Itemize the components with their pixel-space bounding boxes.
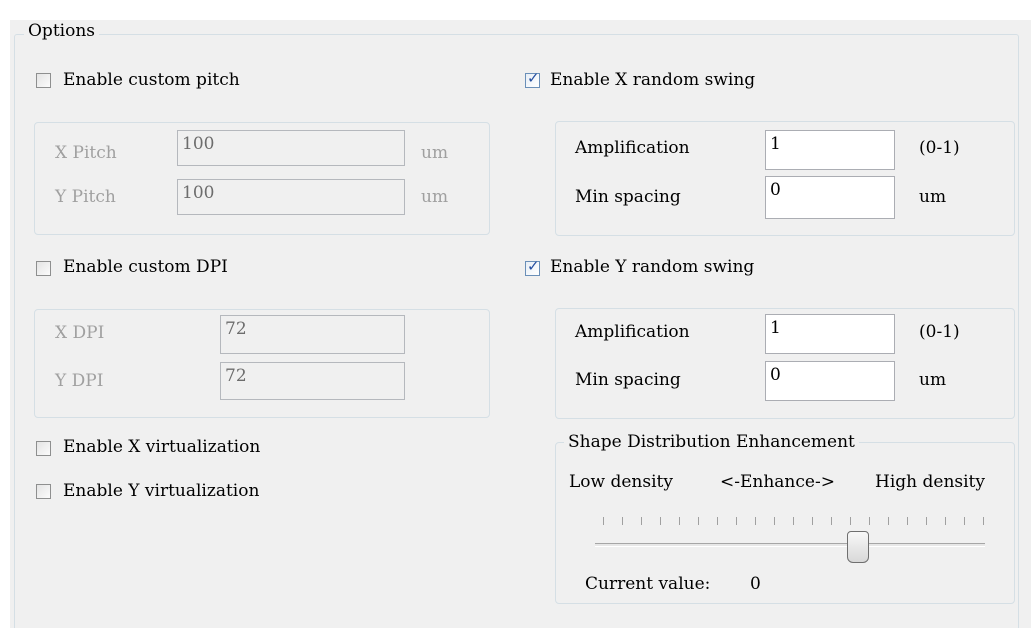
y-pitch-input[interactable]: 100 — [177, 179, 405, 215]
slider-tick — [964, 517, 965, 525]
density-slider-thumb[interactable] — [847, 531, 870, 563]
x-amplification-label: Amplification — [575, 138, 690, 158]
slider-tick — [869, 517, 870, 525]
y-pitch-unit: um — [421, 187, 449, 207]
x-pitch-unit: um — [421, 143, 449, 163]
enable-x-virtualization-checkbox[interactable] — [36, 441, 51, 456]
x-amplification-input[interactable]: 1 — [765, 130, 895, 170]
enable-custom-dpi-checkbox[interactable] — [36, 261, 51, 276]
slider-tick — [755, 517, 756, 525]
slider-tick — [641, 517, 642, 525]
enable-custom-dpi-label[interactable]: Enable custom DPI — [63, 256, 228, 278]
enable-custom-pitch-label[interactable]: Enable custom pitch — [63, 69, 240, 91]
enhance-label: <-Enhance-> — [720, 472, 835, 492]
x-min-spacing-unit: um — [919, 187, 947, 207]
slider-tick — [945, 517, 946, 525]
options-title: Options — [24, 20, 99, 42]
y-dpi-input[interactable]: 72 — [220, 362, 405, 400]
enable-x-random-swing-label[interactable]: Enable X random swing — [550, 69, 755, 91]
x-dpi-label: X DPI — [55, 323, 105, 343]
enable-y-random-swing-label[interactable]: Enable Y random swing — [550, 256, 754, 278]
y-amplification-input[interactable]: 1 — [765, 314, 895, 354]
slider-tick — [850, 517, 851, 525]
x-min-spacing-label: Min spacing — [575, 187, 681, 207]
slider-tick — [831, 517, 832, 525]
x-pitch-input[interactable]: 100 — [177, 130, 405, 166]
y-amplification-range: (0-1) — [919, 322, 960, 342]
enable-custom-pitch-checkbox[interactable] — [36, 73, 51, 88]
slider-tick — [660, 517, 661, 525]
slider-tick — [622, 517, 623, 525]
options-page: Options Enable custom pitch X Pitch 100 … — [0, 0, 1031, 628]
y-amplification-label: Amplification — [575, 322, 690, 342]
slider-tick — [736, 517, 737, 525]
enable-x-virtualization-label[interactable]: Enable X virtualization — [63, 436, 260, 458]
high-density-label: High density — [875, 472, 985, 492]
density-slider-track[interactable] — [595, 543, 985, 547]
x-min-spacing-input[interactable]: 0 — [765, 176, 895, 219]
enable-y-virtualization-label[interactable]: Enable Y virtualization — [63, 480, 259, 502]
current-value-label: Current value: — [585, 574, 711, 594]
x-dpi-input[interactable]: 72 — [220, 315, 405, 354]
y-min-spacing-unit: um — [919, 370, 947, 390]
x-pitch-label: X Pitch — [55, 143, 117, 163]
x-amplification-range: (0-1) — [919, 138, 960, 158]
slider-tick — [603, 517, 604, 525]
slider-tick — [774, 517, 775, 525]
y-min-spacing-label: Min spacing — [575, 370, 681, 390]
low-density-label: Low density — [569, 472, 673, 492]
y-dpi-label: Y DPI — [55, 371, 104, 391]
enable-x-random-swing-checkbox[interactable]: ✓ — [525, 69, 540, 88]
slider-tick — [793, 517, 794, 525]
slider-tick — [888, 517, 889, 525]
y-pitch-label: Y Pitch — [55, 187, 116, 207]
checkmark-icon: ✓ — [527, 69, 540, 87]
slider-tick — [926, 517, 927, 525]
slider-tick — [907, 517, 908, 525]
slider-tick — [812, 517, 813, 525]
shape-distribution-title: Shape Distribution Enhancement — [564, 431, 859, 453]
slider-tick — [717, 517, 718, 525]
enable-y-virtualization-checkbox[interactable] — [36, 484, 51, 499]
checkmark-icon: ✓ — [527, 257, 540, 275]
slider-tick — [679, 517, 680, 525]
y-min-spacing-input[interactable]: 0 — [765, 361, 895, 401]
current-value: 0 — [750, 574, 761, 594]
enable-y-random-swing-checkbox[interactable]: ✓ — [525, 257, 540, 276]
slider-tick — [983, 517, 984, 525]
slider-tick — [698, 517, 699, 525]
